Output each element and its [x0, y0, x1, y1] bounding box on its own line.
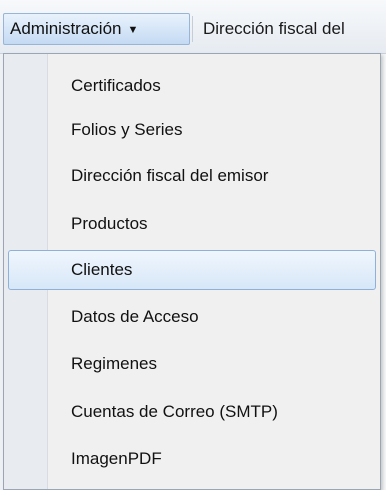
menu-item-label: Dirección fiscal del emisor [71, 166, 269, 185]
menu-item-label: Regimenes [71, 354, 157, 373]
menu-item-label: Clientes [71, 260, 133, 279]
menu-item-certificados[interactable]: Certificados [8, 66, 376, 106]
administracion-menu-label: Administración [10, 19, 122, 38]
direccion-fiscal-label: Dirección fiscal del [203, 19, 345, 38]
dropdown-item-list: Certificados Folios y Series Dirección f… [4, 54, 380, 489]
menu-item-label: Productos [71, 214, 148, 233]
menu-item-label: Datos de Acceso [71, 307, 199, 326]
menu-item-label: Certificados [71, 76, 161, 95]
administracion-menu-button[interactable]: Administración ▼ [3, 13, 190, 45]
menu-item-folios-y-series[interactable]: Folios y Series [8, 110, 376, 150]
menu-item-label: ImagenPDF [71, 449, 162, 468]
chevron-down-icon: ▼ [127, 24, 139, 36]
menu-item-label: Folios y Series [71, 120, 183, 139]
menu-item-productos[interactable]: Productos [8, 204, 376, 244]
menu-item-clientes[interactable]: Clientes [8, 250, 376, 290]
menu-item-regimenes[interactable]: Regimenes [8, 344, 376, 384]
menu-item-datos-de-acceso[interactable]: Datos de Acceso [8, 297, 376, 337]
menu-item-cuentas-de-correo[interactable]: Cuentas de Correo (SMTP) [8, 392, 376, 432]
direccion-fiscal-menu-item[interactable]: Dirección fiscal del [203, 13, 345, 45]
administracion-dropdown-menu: Certificados Folios y Series Dirección f… [3, 53, 381, 490]
menu-item-direccion-fiscal-emisor[interactable]: Dirección fiscal del emisor [8, 156, 376, 196]
top-toolbar: Administración ▼ Dirección fiscal del [0, 0, 386, 54]
toolbar-separator [192, 16, 193, 42]
menu-item-label: Cuentas de Correo (SMTP) [71, 402, 278, 421]
menu-item-imagenpdf[interactable]: ImagenPDF [8, 439, 376, 479]
